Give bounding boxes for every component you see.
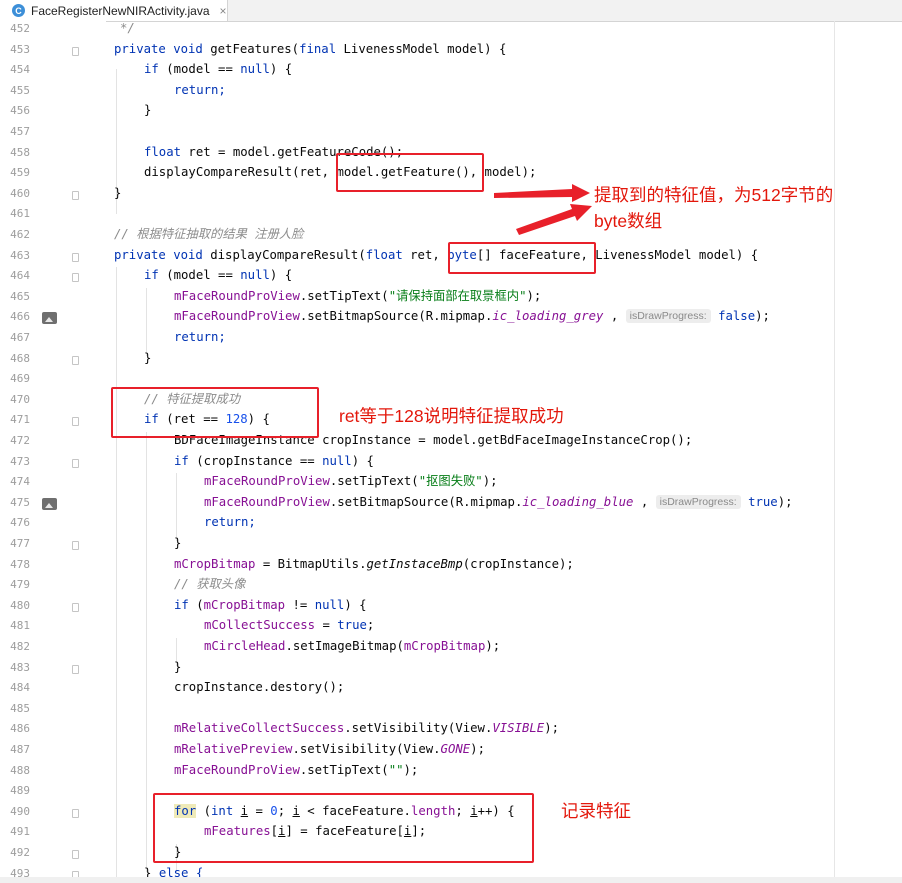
- annotation-record: 记录特征: [561, 801, 631, 821]
- annotation-ret-check: ret等于128说明特征提取成功: [339, 406, 564, 426]
- annotation-feature-line2: byte数组: [594, 211, 663, 231]
- annotation-feature-line1: 提取到的特征值，为512字节的: [594, 185, 834, 205]
- arrow-icon: [516, 204, 592, 235]
- annotation-arrows: [494, 184, 592, 235]
- arrow-icon: [494, 184, 590, 202]
